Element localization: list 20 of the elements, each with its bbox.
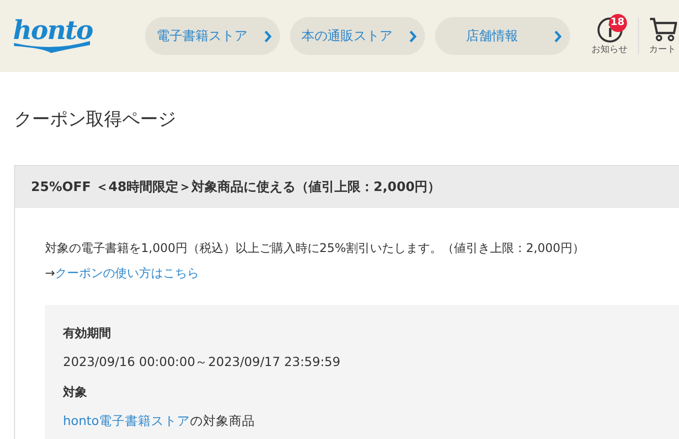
notice-button[interactable]: 18 お知らせ [592,16,628,56]
detail-label: 対象 [63,384,88,401]
notification-count: 18 [608,14,626,32]
coupon-title: 25%OFF ＜48時間限定＞対象商品に使える（値引上限：2,000円） [15,166,679,208]
coupon-description: 対象の電子書籍を1,000円（税込）以上ご購入時に25%割引いたします。（値引き上限：2,000円） [45,240,586,257]
detail-value: 2023/09/16 00:00:00～2023/09/17 23:59:59 [63,354,342,371]
chevron-right-icon [408,30,416,42]
detail-label: 有効期間 [63,325,112,342]
cart-button[interactable]: カート [648,16,676,56]
chevron-right-icon [264,30,272,42]
howto-link[interactable]: →クーポンの使い方はこちら [45,265,200,282]
nav-button[interactable]: 本の通販ストア [290,17,424,55]
honto-logo[interactable]: honto [13,18,92,54]
nav-button[interactable]: 電子書籍ストア [144,17,280,55]
cart-icon [648,16,676,42]
chevron-right-icon [554,30,562,42]
nav-button[interactable]: 店舗情報 [434,17,570,55]
detail-value: honto電子書籍ストアの対象商品 [63,413,256,430]
page-title: クーポン取得ページ [14,108,177,131]
store-link[interactable]: honto電子書籍ストア [63,413,190,428]
